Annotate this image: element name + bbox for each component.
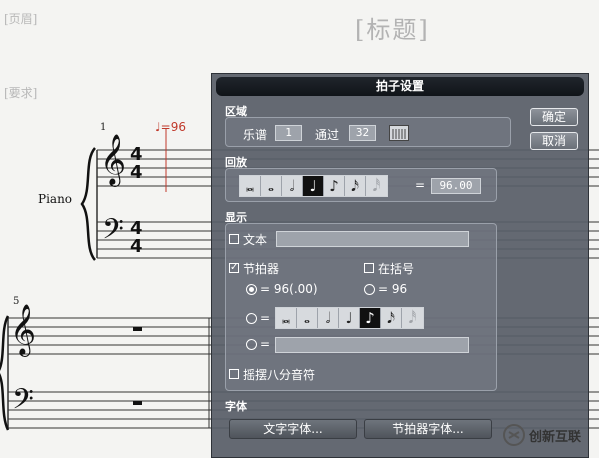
- note-thirtysecond-icon[interactable]: 𝅘𝅥𝅰: [366, 176, 387, 196]
- note-thirtysecond-icon[interactable]: 𝅘𝅥𝅰: [402, 308, 423, 328]
- score-input[interactable]: 1: [275, 125, 302, 141]
- watermark-text: 创新互联: [529, 429, 582, 445]
- parentheses-label: 在括号: [378, 262, 415, 276]
- header-placeholder[interactable]: [页眉]: [4, 10, 37, 27]
- ok-button[interactable]: 确定: [530, 108, 578, 126]
- metronome-label: 节拍器: [243, 262, 280, 276]
- note-whole-icon[interactable]: 𝅝: [297, 308, 318, 328]
- treble-clef-icon: 𝄞: [10, 304, 37, 355]
- note-half-icon[interactable]: 𝅗𝅥: [318, 308, 339, 328]
- cancel-button[interactable]: 取消: [530, 132, 578, 150]
- whole-rest: [133, 327, 142, 331]
- format-option-1-label: = 96(.00): [260, 282, 318, 296]
- note-half-icon[interactable]: 𝅗𝅥: [282, 176, 303, 196]
- note-breve-icon[interactable]: 𝅜: [276, 308, 297, 328]
- metronome-font-button[interactable]: 节拍器字体...: [364, 419, 492, 439]
- metronome-checkbox[interactable]: ✓: [229, 263, 239, 273]
- swing-label: 摇摆八分音符: [243, 368, 316, 382]
- note-sixteenth-icon[interactable]: 𝅘𝅥𝅯: [345, 176, 366, 196]
- format-option-3-radio[interactable]: [246, 313, 257, 324]
- brace-2: [0, 315, 10, 431]
- note-whole-icon[interactable]: 𝅝: [261, 176, 282, 196]
- format-option-4-radio[interactable]: [246, 339, 257, 350]
- note-eighth-icon[interactable]: ♪: [360, 308, 381, 328]
- parentheses-checkbox[interactable]: [364, 263, 374, 273]
- through-label: 通过: [315, 128, 340, 142]
- score-label: 乐谱: [243, 128, 268, 142]
- display-note-selector[interactable]: 𝅜 𝅝 𝅗𝅥 ♩ ♪ 𝅘𝅥𝅯 𝅘𝅥𝅰: [275, 307, 424, 329]
- time-sig-bottom: 4: [130, 236, 143, 257]
- instrument-name: Piano: [38, 192, 73, 206]
- format-option-2-label: = 96: [378, 282, 408, 296]
- score-title[interactable]: [标题]: [355, 10, 430, 45]
- custom-format-input[interactable]: [275, 337, 469, 353]
- text-font-button[interactable]: 文字字体...: [229, 419, 357, 439]
- whole-rest: [133, 401, 142, 405]
- bass-clef-icon: 𝄢: [12, 383, 34, 423]
- note-quarter-icon[interactable]: ♩: [339, 308, 360, 328]
- dialog-title[interactable]: 拍子设置: [216, 77, 584, 96]
- format-option-3-label: =: [260, 311, 271, 325]
- tempo-value-input[interactable]: 96.00: [431, 178, 481, 194]
- requirement-placeholder[interactable]: [要求]: [4, 84, 37, 101]
- measure-number-1: 1: [100, 122, 107, 133]
- bass-clef-icon: 𝄢: [102, 213, 124, 253]
- tempo-marking[interactable]: ♩=96: [155, 120, 186, 134]
- treble-clef-icon: 𝄞: [100, 134, 127, 185]
- note-quarter-icon[interactable]: ♩: [303, 176, 324, 196]
- text-checkbox[interactable]: [229, 234, 239, 244]
- watermark-logo-icon: [503, 424, 525, 446]
- text-label: 文本: [243, 233, 268, 247]
- note-breve-icon[interactable]: 𝅜: [240, 176, 261, 196]
- through-input[interactable]: 32: [349, 125, 376, 141]
- playback-note-selector[interactable]: 𝅜 𝅝 𝅗𝅥 ♩ ♪ 𝅘𝅥𝅯 𝅘𝅥𝅰: [239, 175, 388, 197]
- format-option-4-label: =: [260, 337, 271, 351]
- time-sig-bottom: 4: [130, 162, 143, 183]
- note-eighth-icon[interactable]: ♪: [324, 176, 345, 196]
- note-sixteenth-icon[interactable]: 𝅘𝅥𝅯: [381, 308, 402, 328]
- watermark: 创新互联: [503, 424, 581, 446]
- text-input[interactable]: [276, 231, 469, 247]
- brace-1: [80, 147, 97, 261]
- format-option-1-radio[interactable]: [246, 284, 257, 295]
- format-option-2-radio[interactable]: [364, 284, 375, 295]
- swing-checkbox[interactable]: [229, 369, 239, 379]
- measure-selector-icon[interactable]: [389, 125, 409, 141]
- time-signature-treble: 4 4: [130, 146, 143, 182]
- playback-equals: =: [415, 178, 426, 192]
- time-signature-bass: 4 4: [130, 220, 143, 256]
- tempo-settings-dialog: 拍子设置 区域 乐谱 1 通过 32 确定 取消 回放 𝅜 𝅝 𝅗𝅥 ♩ ♪ 𝅘…: [211, 73, 589, 458]
- font-heading: 字体: [225, 400, 247, 413]
